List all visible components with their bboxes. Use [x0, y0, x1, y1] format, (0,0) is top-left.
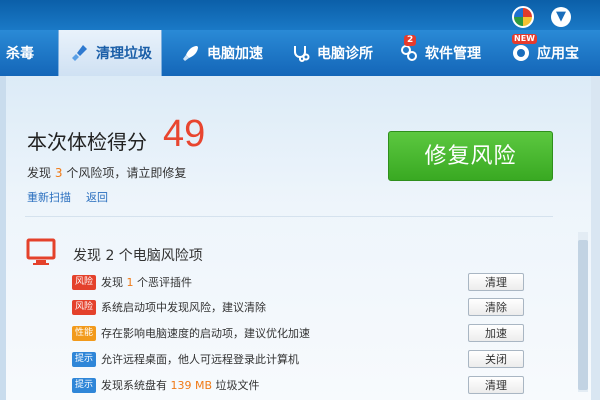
speed-up-button[interactable]: 加速 [468, 324, 524, 342]
tab-app-store-label: 应用宝 [537, 46, 579, 62]
app-store-icon: NEW [510, 34, 537, 64]
app-store-badge: NEW [512, 34, 537, 44]
tab-clinic-label: 电脑诊所 [317, 46, 373, 62]
software-icon: 2 [398, 35, 420, 64]
menu-down-icon[interactable]: ▼ [551, 7, 571, 27]
risk-tag: 风险 [72, 274, 96, 290]
remove-startup-button[interactable]: 清除 [468, 298, 524, 316]
risk-item: 性能 存在影响电脑速度的启动项，建议优化加速 [72, 325, 310, 341]
monitor-icon [26, 236, 58, 268]
rocket-icon [180, 42, 202, 64]
rescan-link[interactable]: 重新扫描 [27, 189, 71, 205]
tab-speed-up-label: 电脑加速 [207, 46, 263, 62]
section-title: 发现 2 个电脑风险项 [73, 248, 203, 264]
clean-junk-button[interactable]: 清理 [468, 376, 524, 394]
item-highlight: 1 [126, 275, 134, 289]
risk-tag: 风险 [72, 299, 96, 315]
software-badge: 2 [404, 35, 417, 46]
tab-app-store[interactable]: NEW 应用宝 [504, 30, 600, 76]
item-text: 发现系统盘有 [101, 379, 167, 392]
tab-clinic[interactable]: 电脑诊所 [284, 30, 388, 76]
title-bar: ▼ [0, 0, 600, 30]
risk-item: 提示 发现系统盘有 139 MB 垃圾文件 [72, 377, 260, 393]
risk-item: 风险 发现 1 个恶评插件 [72, 274, 192, 290]
tab-software-label: 软件管理 [425, 46, 481, 62]
tab-speed-up[interactable]: 电脑加速 [170, 30, 276, 76]
score-label: 本次体检得分 [27, 130, 147, 154]
item-text-tail: 个恶评插件 [137, 276, 192, 289]
section-divider [25, 216, 553, 217]
clean-plugin-button[interactable]: 清理 [468, 273, 524, 291]
panel-right-edge [591, 76, 600, 400]
tab-clean-junk[interactable]: 清理垃圾 [58, 30, 162, 76]
fix-risks-button[interactable]: 修复风险 [388, 131, 553, 181]
summary-suffix: 个风险项，请立即修复 [66, 166, 187, 180]
item-text: 发现 [101, 276, 123, 289]
broom-icon [69, 42, 91, 64]
back-link[interactable]: 返回 [86, 189, 108, 205]
item-highlight: 139 MB [170, 378, 213, 392]
item-text-tail: 垃圾文件 [215, 379, 260, 392]
risk-summary: 发现 3 个风险项，请立即修复 [27, 164, 186, 181]
stethoscope-icon [290, 42, 312, 64]
user-avatar[interactable] [512, 6, 534, 28]
tab-antivirus-label: 杀毒 [6, 46, 34, 62]
risk-count: 3 [54, 166, 63, 180]
item-text: 存在影响电脑速度的启动项，建议优化加速 [101, 327, 310, 340]
performance-tag: 性能 [72, 325, 96, 341]
item-text: 允许远程桌面，他人可远程登录此计算机 [101, 353, 299, 366]
item-text: 系统启动项中发现风险，建议清除 [101, 301, 266, 314]
tab-software[interactable]: 2 软件管理 [392, 30, 496, 76]
panel-edge [0, 76, 6, 400]
tip-tag: 提示 [72, 351, 96, 367]
scrollbar-thumb[interactable] [578, 240, 588, 390]
close-remote-button[interactable]: 关闭 [468, 350, 524, 368]
tab-antivirus[interactable]: 杀毒 [0, 30, 52, 76]
risk-item: 风险 系统启动项中发现风险，建议清除 [72, 299, 266, 315]
risk-item: 提示 允许远程桌面，他人可远程登录此计算机 [72, 351, 299, 367]
tip-tag: 提示 [72, 377, 96, 393]
summary-prefix: 发现 [27, 166, 52, 180]
main-tab-bar: 杀毒 清理垃圾 电脑加速 电脑诊所 2 软件管理 NEW 应用宝 [0, 30, 600, 76]
score-value: 49 [163, 113, 206, 155]
tab-clean-junk-label: 清理垃圾 [96, 46, 152, 62]
